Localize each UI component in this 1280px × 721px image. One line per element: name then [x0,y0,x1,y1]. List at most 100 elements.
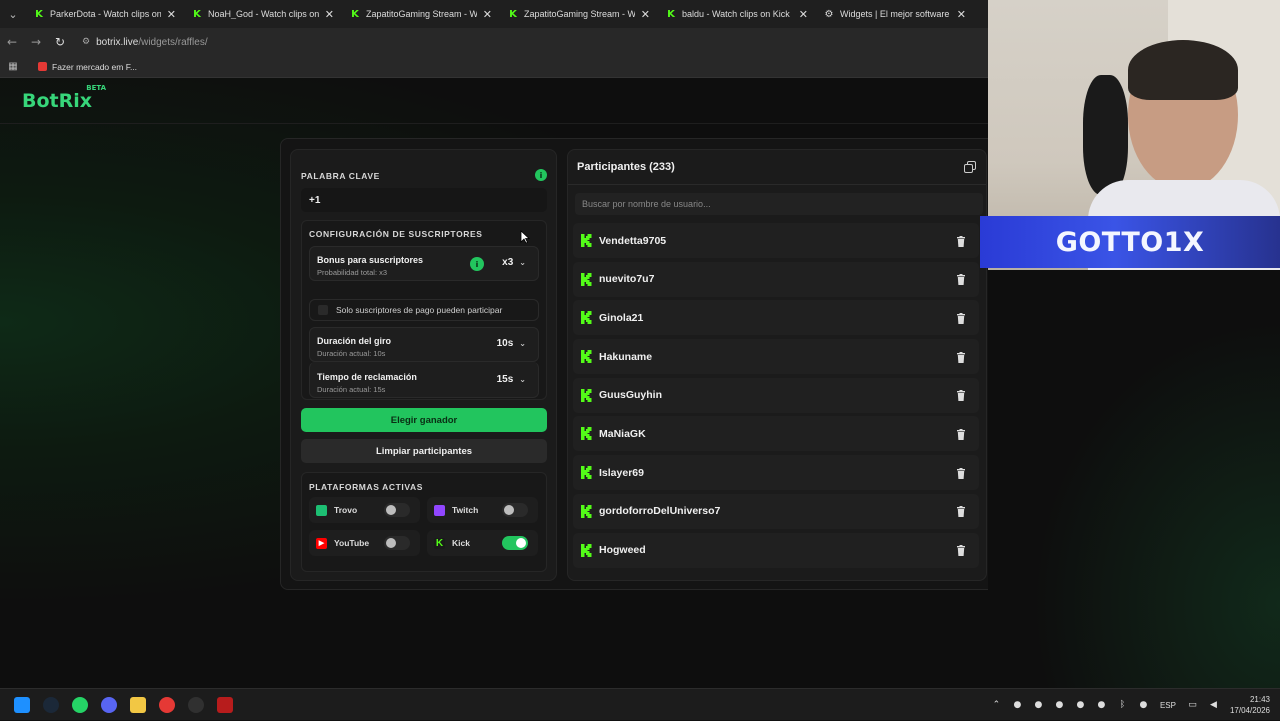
discord-icon[interactable] [94,689,123,721]
bookmark-item[interactable]: Fazer mercado em F... [38,62,137,72]
browser-tab-active[interactable]: ⚙ Widgets | El mejor software pa ✕ [816,0,974,28]
obs-icon[interactable] [181,689,210,721]
bonus-info-icon[interactable]: i [470,257,484,271]
trash-icon[interactable] [953,543,969,559]
participant-name: Hogweed [599,544,646,556]
raffle-widget-card: PALABRA CLAVE i +1 CONFIGURACIÓN DE SUSC… [280,138,1000,590]
trash-icon[interactable] [953,388,969,404]
browser-tab[interactable]: KNoaH_God - Watch clips on Kick✕ [184,0,342,28]
youtube-icon: ▶ [316,537,327,549]
participant-name: Hakuname [599,350,653,363]
windows-start-icon[interactable] [7,689,36,721]
kick-icon: K [351,8,359,20]
url-field[interactable]: ⚙ botrix.live/widgets/raffles/ [76,32,988,52]
trash-icon[interactable] [953,465,969,481]
subscriber-config-section: CONFIGURACIÓN DE SUSCRIPTORES Bonus para… [301,220,547,400]
tray-app-icon[interactable]: ● [1070,689,1091,721]
trash-icon[interactable] [953,504,969,520]
kick-icon [581,234,592,247]
trash-icon[interactable] [953,349,969,365]
platform-twitch: Twitch [427,497,538,523]
close-icon[interactable]: ✕ [957,8,966,21]
kick-icon: K [434,537,445,549]
participant-row: GuusGuyhin [573,377,979,413]
browser-tab[interactable]: KParkerDota - Watch clips on Kick✕ [26,0,184,28]
claim-time-title: Tiempo de reclamación [317,372,417,382]
volume-icon[interactable]: ◀ [1203,689,1224,721]
close-icon[interactable]: ✕ [483,8,492,21]
youtube-toggle[interactable] [384,536,410,550]
chrome-icon[interactable] [152,689,181,721]
dota-icon[interactable] [210,689,239,721]
twitch-icon [434,504,445,516]
twitch-toggle[interactable] [502,503,528,517]
kick-toggle[interactable] [502,536,528,550]
keyword-info-icon[interactable]: i [535,169,547,181]
tab-search-icon[interactable]: ⌄ [0,0,26,28]
bonus-select[interactable]: x3 ⌄ [502,257,526,268]
trash-icon[interactable] [953,233,969,249]
browser-tab[interactable]: Kbaldu - Watch clips on Kick ✕ [658,0,816,28]
kick-icon: K [667,8,675,20]
platform-trovo: Trovo [309,497,420,523]
trovo-toggle[interactable] [384,503,410,517]
file-explorer-icon[interactable] [123,689,152,721]
active-platforms-section: PLATAFORMAS ACTIVAS Trovo Twitch ▶ YouTu… [301,472,547,572]
keyword-label: PALABRA CLAVE [301,171,380,181]
tray-app-icon[interactable]: ● [1091,689,1112,721]
participant-row: nuevito7u7 [573,261,979,297]
close-icon[interactable]: ✕ [325,8,334,21]
browser-tab[interactable]: KZapatitoGaming Stream - Watch✕ [500,0,658,28]
forward-icon[interactable]: → [24,28,48,56]
steam-icon[interactable] [36,689,65,721]
apps-grid-icon[interactable]: ▦ [0,61,26,72]
participant-row: MaNiaGK [573,416,979,452]
site-header: BotRix BETA [0,78,988,124]
reload-icon[interactable]: ↻ [48,28,72,56]
participant-list: Vendetta9705 nuevito7u7 Ginola21 Hakuname Gu… [573,223,979,571]
chevron-up-icon[interactable]: ⌃ [986,689,1007,721]
tray-app-icon[interactable]: ● [1007,689,1028,721]
participant-name: Islayer69 [599,466,644,479]
bluetooth-icon[interactable]: ᛒ [1112,689,1133,721]
trash-icon[interactable] [953,310,969,326]
keyword-input[interactable]: +1 [301,188,547,212]
participant-search-input[interactable]: Buscar por nombre de usuario... [575,193,983,215]
participant-name: MaNiaGK [599,427,646,440]
windows-taskbar: ⌃ ● ● ● ● ● ᛒ ● ESP ▭ ◀ 21:43 17/04/2026 [0,688,1280,720]
botrix-logo[interactable]: BotRix BETA [22,84,106,112]
tray-app-icon[interactable]: ● [1049,689,1070,721]
copy-icon[interactable] [964,161,976,173]
chevron-down-icon: ⌄ [519,258,526,267]
spin-duration-title: Duración del giro [317,336,392,346]
close-icon[interactable]: ✕ [167,8,176,21]
site-info-icon[interactable]: ⚙ [82,37,90,47]
close-icon[interactable]: ✕ [799,8,808,21]
paid-subs-checkbox[interactable] [318,305,328,315]
back-icon[interactable]: ← [0,28,24,56]
kick-icon [581,272,592,286]
platform-kick: K Kick [427,530,538,556]
trash-icon[interactable] [953,426,969,442]
kick-icon [581,427,592,441]
close-icon[interactable]: ✕ [641,8,650,21]
network-icon[interactable]: ▭ [1182,689,1203,721]
browser-tab[interactable]: KZapatitoGaming Stream - Watch✕ [342,0,500,28]
spin-duration-select[interactable]: 10s ⌄ [497,338,526,349]
whatsapp-icon[interactable] [65,689,94,721]
paid-subs-label: Solo suscriptores de pago pueden partici… [336,305,503,315]
participant-name: GuusGuyhin [599,389,662,402]
clock[interactable]: 21:43 17/04/2026 [1224,694,1280,716]
claim-time-select[interactable]: 15s ⌄ [497,374,526,385]
mouse-cursor-icon [520,230,530,244]
trash-icon[interactable] [953,272,969,288]
clear-participants-button[interactable]: Limpiar participantes [301,439,547,463]
tray-app-icon[interactable]: ● [1028,689,1049,721]
browser-tab-bar: ⌄ KParkerDota - Watch clips on Kick✕ KNo… [0,0,988,28]
language-indicator[interactable]: ESP [1154,701,1182,710]
pick-winner-button[interactable]: Elegir ganador [301,408,547,432]
claim-time-row: Tiempo de reclamación Duración actual: 1… [309,362,539,398]
microphone-icon[interactable]: ● [1133,689,1154,721]
paid-subs-only-option[interactable]: Solo suscriptores de pago pueden partici… [309,299,539,321]
participant-row: Islayer69 [573,455,979,491]
